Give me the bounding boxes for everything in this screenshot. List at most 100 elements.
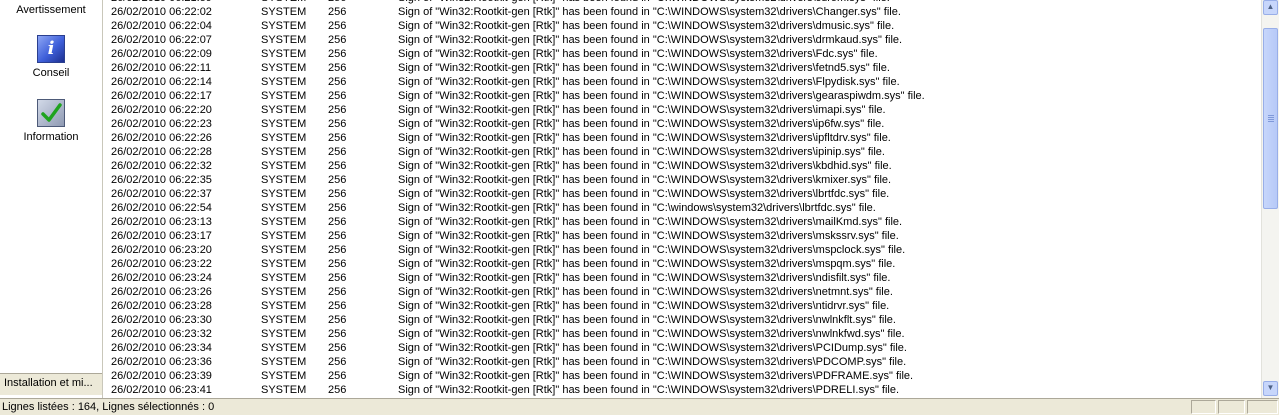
- log-code: 256: [328, 356, 347, 368]
- log-code: 256: [328, 300, 347, 312]
- log-user: SYSTEM: [261, 48, 307, 60]
- log-user: SYSTEM: [261, 90, 307, 102]
- log-message: Sign of "Win32:Rootkit-gen [Rtk]" has be…: [398, 356, 907, 368]
- log-message: Sign of "Win32:Rootkit-gen [Rtk]" has be…: [398, 370, 914, 382]
- log-row[interactable]: 26/02/2010 06:22:17 SYSTEM 256 Sign of "Win…: [104, 89, 1261, 103]
- log-user: SYSTEM: [261, 328, 307, 340]
- log-row[interactable]: 26/02/2010 06:23:28 SYSTEM 256 Sign of "Win…: [104, 299, 1261, 313]
- log-date: 26/02/2010 06:23:22: [111, 258, 212, 270]
- scroll-up-arrow-icon[interactable]: ▲: [1263, 0, 1278, 15]
- log-message: Sign of "Win32:Rootkit-gen [Rtk]" has be…: [398, 328, 905, 340]
- log-code: 256: [328, 104, 347, 116]
- log-user: SYSTEM: [261, 244, 307, 256]
- log-user: SYSTEM: [261, 300, 307, 312]
- log-date: 26/02/2010 06:22:37: [111, 188, 212, 200]
- log-message: Sign of "Win32:Rootkit-gen [Rtk]" has be…: [398, 230, 899, 242]
- log-message: Sign of "Win32:Rootkit-gen [Rtk]" has be…: [398, 272, 891, 284]
- log-row[interactable]: 26/02/2010 06:23:36 SYSTEM 256 Sign of "Win…: [104, 355, 1261, 369]
- log-row[interactable]: 26/02/2010 06:23:34 SYSTEM 256 Sign of "Win…: [104, 341, 1261, 355]
- log-date: 26/02/2010 06:23:32: [111, 328, 212, 340]
- log-row[interactable]: 26/02/2010 06:23:39 SYSTEM 256 Sign of "Win…: [104, 369, 1261, 383]
- log-date: 26/02/2010 06:22:09: [111, 48, 212, 60]
- log-row[interactable]: 26/02/2010 06:23:24 SYSTEM 256 Sign of "Win…: [104, 271, 1261, 285]
- log-row[interactable]: 26/02/2010 06:23:41 SYSTEM 256 Sign of "Win…: [104, 383, 1261, 397]
- log-message: Sign of "Win32:Rootkit-gen [Rtk]" has be…: [398, 188, 890, 200]
- log-row[interactable]: 26/02/2010 06:22:04 SYSTEM 256 Sign of "Win…: [104, 19, 1261, 33]
- log-message: Sign of "Win32:Rootkit-gen [Rtk]" has be…: [398, 20, 895, 32]
- log-message: Sign of "Win32:Rootkit-gen [Rtk]" has be…: [398, 118, 885, 130]
- log-message: Sign of "Win32:Rootkit-gen [Rtk]" has be…: [398, 132, 891, 144]
- info-icon: i: [37, 35, 65, 63]
- log-user: SYSTEM: [261, 202, 307, 214]
- log-row[interactable]: 26/02/2010 06:22:07 SYSTEM 256 Sign of "Win…: [104, 33, 1261, 47]
- log-row[interactable]: 26/02/2010 06:23:20 SYSTEM 256 Sign of "Win…: [104, 243, 1261, 257]
- log-row[interactable]: 26/02/2010 06:22:26 SYSTEM 256 Sign of "Win…: [104, 131, 1261, 145]
- log-message: Sign of "Win32:Rootkit-gen [Rtk]" has be…: [398, 216, 903, 228]
- log-code: 256: [328, 230, 347, 242]
- log-date: 26/02/2010 06:22:26: [111, 132, 212, 144]
- log-row[interactable]: 26/02/2010 06:22:32 SYSTEM 256 Sign of "Win…: [104, 159, 1261, 173]
- log-code: 256: [328, 132, 347, 144]
- log-date: 26/02/2010 06:22:20: [111, 104, 212, 116]
- log-code: 256: [328, 258, 347, 270]
- log-date: 26/02/2010 06:23:26: [111, 286, 212, 298]
- log-message: Sign of "Win32:Rootkit-gen [Rtk]" has be…: [398, 146, 885, 158]
- log-row[interactable]: 26/02/2010 06:22:02 SYSTEM 256 Sign of "Win…: [104, 5, 1261, 19]
- status-bar: Lignes listées : 164, Lignes sélectionné…: [0, 398, 1279, 415]
- log-row[interactable]: 26/02/2010 06:22:54 SYSTEM 256 Sign of "Win…: [104, 201, 1261, 215]
- log-code: 256: [328, 188, 347, 200]
- log-user: SYSTEM: [261, 6, 307, 18]
- log-row[interactable]: 26/02/2010 06:22:14 SYSTEM 256 Sign of "Win…: [104, 75, 1261, 89]
- log-row[interactable]: 26/02/2010 06:23:32 SYSTEM 256 Sign of "Win…: [104, 327, 1261, 341]
- log-date: 26/02/2010 06:23:24: [111, 272, 212, 284]
- log-code: 256: [328, 118, 347, 130]
- log-user: SYSTEM: [261, 34, 307, 46]
- log-row[interactable]: 26/02/2010 06:22:23 SYSTEM 256 Sign of "Win…: [104, 117, 1261, 131]
- scroll-down-arrow-icon[interactable]: ▼: [1263, 381, 1278, 396]
- log-row[interactable]: 26/02/2010 06:23:30 SYSTEM 256 Sign of "Win…: [104, 313, 1261, 327]
- log-row[interactable]: 26/02/2010 06:22:20 SYSTEM 256 Sign of "Win…: [104, 103, 1261, 117]
- log-code: 256: [328, 76, 347, 88]
- log-message: Sign of "Win32:Rootkit-gen [Rtk]" has be…: [398, 160, 892, 172]
- category-sidebar: Avertissement i Conseil Information Inst…: [0, 0, 103, 398]
- log-message: Sign of "Win32:Rootkit-gen [Rtk]" has be…: [398, 76, 900, 88]
- log-user: SYSTEM: [261, 104, 307, 116]
- log-date: 26/02/2010 06:22:07: [111, 34, 212, 46]
- log-row[interactable]: 26/02/2010 06:23:26 SYSTEM 256 Sign of "Win…: [104, 285, 1261, 299]
- log-row[interactable]: 26/02/2010 06:22:37 SYSTEM 256 Sign of "Win…: [104, 187, 1261, 201]
- log-user: SYSTEM: [261, 62, 307, 74]
- log-row[interactable]: 26/02/2010 06:22:09 SYSTEM 256 Sign of "Win…: [104, 47, 1261, 61]
- log-user: SYSTEM: [261, 342, 307, 354]
- log-row[interactable]: 26/02/2010 06:23:17 SYSTEM 256 Sign of "Win…: [104, 229, 1261, 243]
- category-tip[interactable]: i Conseil: [0, 35, 102, 80]
- log-user: SYSTEM: [261, 314, 307, 326]
- scrollbar-thumb[interactable]: [1263, 28, 1278, 209]
- log-message: Sign of "Win32:Rootkit-gen [Rtk]" has be…: [398, 6, 901, 18]
- log-date: 26/02/2010 06:22:04: [111, 20, 212, 32]
- log-message: Sign of "Win32:Rootkit-gen [Rtk]" has be…: [398, 314, 896, 326]
- status-pane: [1191, 400, 1216, 414]
- log-row[interactable]: 26/02/2010 06:22:28 SYSTEM 256 Sign of "Win…: [104, 145, 1261, 159]
- vertical-scrollbar[interactable]: ▲ ▼: [1261, 0, 1279, 398]
- category-tip-label: Conseil: [32, 67, 70, 79]
- log-code: 256: [328, 342, 347, 354]
- installation-category-button[interactable]: Installation et mi...: [0, 373, 102, 395]
- log-row[interactable]: 26/02/2010 06:23:22 SYSTEM 256 Sign of "Win…: [104, 257, 1261, 271]
- log-date: 26/02/2010 06:22:14: [111, 76, 212, 88]
- log-row[interactable]: 26/02/2010 06:23:13 SYSTEM 256 Sign of "Win…: [104, 215, 1261, 229]
- log-user: SYSTEM: [261, 370, 307, 382]
- category-warning[interactable]: Avertissement: [0, 4, 102, 17]
- category-information[interactable]: Information: [0, 99, 102, 144]
- log-user: SYSTEM: [261, 384, 307, 396]
- log-code: 256: [328, 216, 347, 228]
- log-code: 256: [328, 146, 347, 158]
- log-date: 26/02/2010 06:23:39: [111, 370, 212, 382]
- log-date: 26/02/2010 06:23:20: [111, 244, 212, 256]
- log-code: 256: [328, 286, 347, 298]
- log-code: 256: [328, 20, 347, 32]
- log-row[interactable]: 26/02/2010 06:22:35 SYSTEM 256 Sign of "Win…: [104, 173, 1261, 187]
- log-list[interactable]: 26/02/2010 06:21:59SYSTEM256Sign of "Win…: [104, 0, 1261, 398]
- log-date: 26/02/2010 06:22:02: [111, 6, 212, 18]
- log-row[interactable]: 26/02/2010 06:22:11 SYSTEM 256 Sign of "Win…: [104, 61, 1261, 75]
- log-user: SYSTEM: [261, 20, 307, 32]
